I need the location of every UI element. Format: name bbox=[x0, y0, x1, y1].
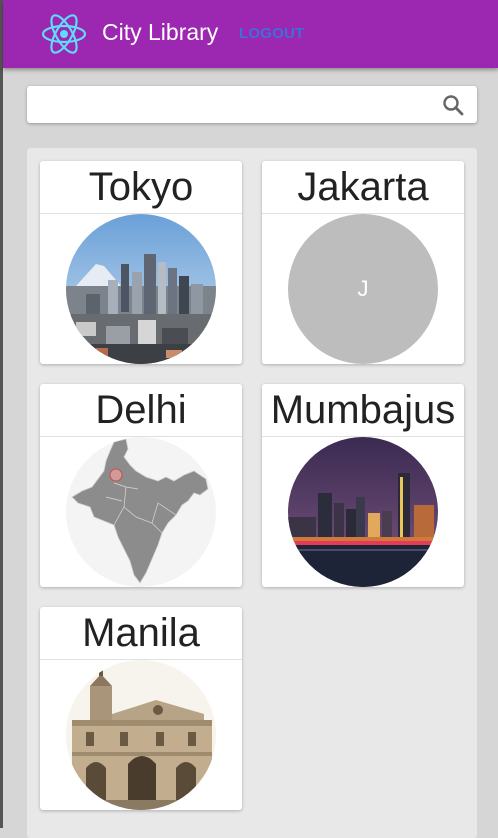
window-edge bbox=[0, 0, 3, 828]
city-card-delhi[interactable]: Delhi bbox=[40, 384, 242, 587]
city-image-tokyo bbox=[66, 214, 216, 364]
city-card-manila[interactable]: Manila bbox=[40, 607, 242, 810]
city-card-tokyo[interactable]: Tokyo bbox=[40, 161, 242, 364]
city-name: Manila bbox=[40, 607, 242, 660]
app-title: City Library bbox=[102, 19, 219, 45]
city-name: Mumbajus bbox=[262, 384, 464, 437]
app-bar: City Library LOGOUT bbox=[3, 0, 498, 68]
react-atom-logo-icon bbox=[41, 14, 87, 54]
city-name: Delhi bbox=[40, 384, 242, 437]
city-card-jakarta[interactable]: Jakarta J bbox=[262, 161, 464, 364]
city-image-manila bbox=[66, 660, 216, 810]
search-bar bbox=[27, 86, 477, 125]
letter-avatar: J bbox=[288, 214, 438, 364]
city-card-mumbajus[interactable]: Mumbajus bbox=[262, 384, 464, 587]
city-name: Tokyo bbox=[40, 161, 242, 214]
logout-button[interactable]: LOGOUT bbox=[239, 25, 304, 42]
city-name: Jakarta bbox=[262, 161, 464, 214]
city-image-delhi bbox=[66, 437, 216, 587]
city-grid: Tokyo Jakarta J Delhi Mumbajus Manila bbox=[27, 148, 477, 838]
city-image-mumbajus bbox=[288, 437, 438, 587]
search-icon[interactable] bbox=[441, 93, 465, 117]
search-input[interactable] bbox=[37, 86, 441, 125]
